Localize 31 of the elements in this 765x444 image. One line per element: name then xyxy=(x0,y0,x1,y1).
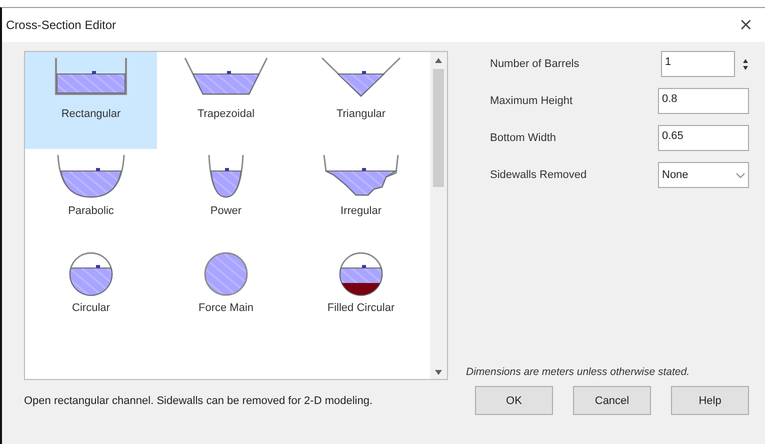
shape-item[interactable]: Circular xyxy=(25,246,157,343)
shape-item[interactable]: Trapezoidal xyxy=(160,52,292,149)
units-note: Dimensions are meters unless otherwise stated. xyxy=(466,366,691,380)
scroll-thumb[interactable] xyxy=(433,69,444,187)
chevron-down-icon xyxy=(736,172,745,178)
spin-up-icon[interactable] xyxy=(742,58,748,62)
shape-item[interactable]: Power xyxy=(160,149,292,246)
shape-item[interactable]: Filled Circular xyxy=(295,246,427,343)
window-title: Cross-Section Editor xyxy=(6,18,116,32)
scrollbar[interactable] xyxy=(430,52,447,379)
input-field[interactable]: 1 xyxy=(661,51,735,77)
input-field[interactable]: 0.65 xyxy=(658,125,749,151)
shape-description: Open rectangular channel. Sidewalls can be removed for 2-D modeling. xyxy=(24,394,373,406)
dropdown[interactable]: None xyxy=(658,162,749,188)
field-label: Number of Barrels xyxy=(490,58,580,70)
scroll-up-icon[interactable] xyxy=(435,58,442,63)
shape-item[interactable]: Force Main xyxy=(160,246,292,343)
shape-item[interactable]: Rectangular xyxy=(25,52,157,149)
shape-item[interactable]: Irregular xyxy=(295,149,427,246)
field-label: Bottom Width xyxy=(490,132,556,144)
dialog-button[interactable]: Cancel xyxy=(573,386,651,415)
scroll-down-icon[interactable] xyxy=(435,370,442,375)
field-label: Maximum Height xyxy=(490,95,573,107)
close-button[interactable]: × xyxy=(734,15,757,35)
input-field[interactable]: 0.8 xyxy=(658,88,749,114)
shape-item[interactable]: Parabolic xyxy=(25,149,157,246)
field-label: Sidewalls Removed xyxy=(490,169,587,181)
dialog-button[interactable]: OK xyxy=(475,386,553,415)
shape-item[interactable]: Triangular xyxy=(295,52,427,149)
spin-down-icon[interactable] xyxy=(742,66,748,70)
dialog-button[interactable]: Help xyxy=(671,386,749,415)
